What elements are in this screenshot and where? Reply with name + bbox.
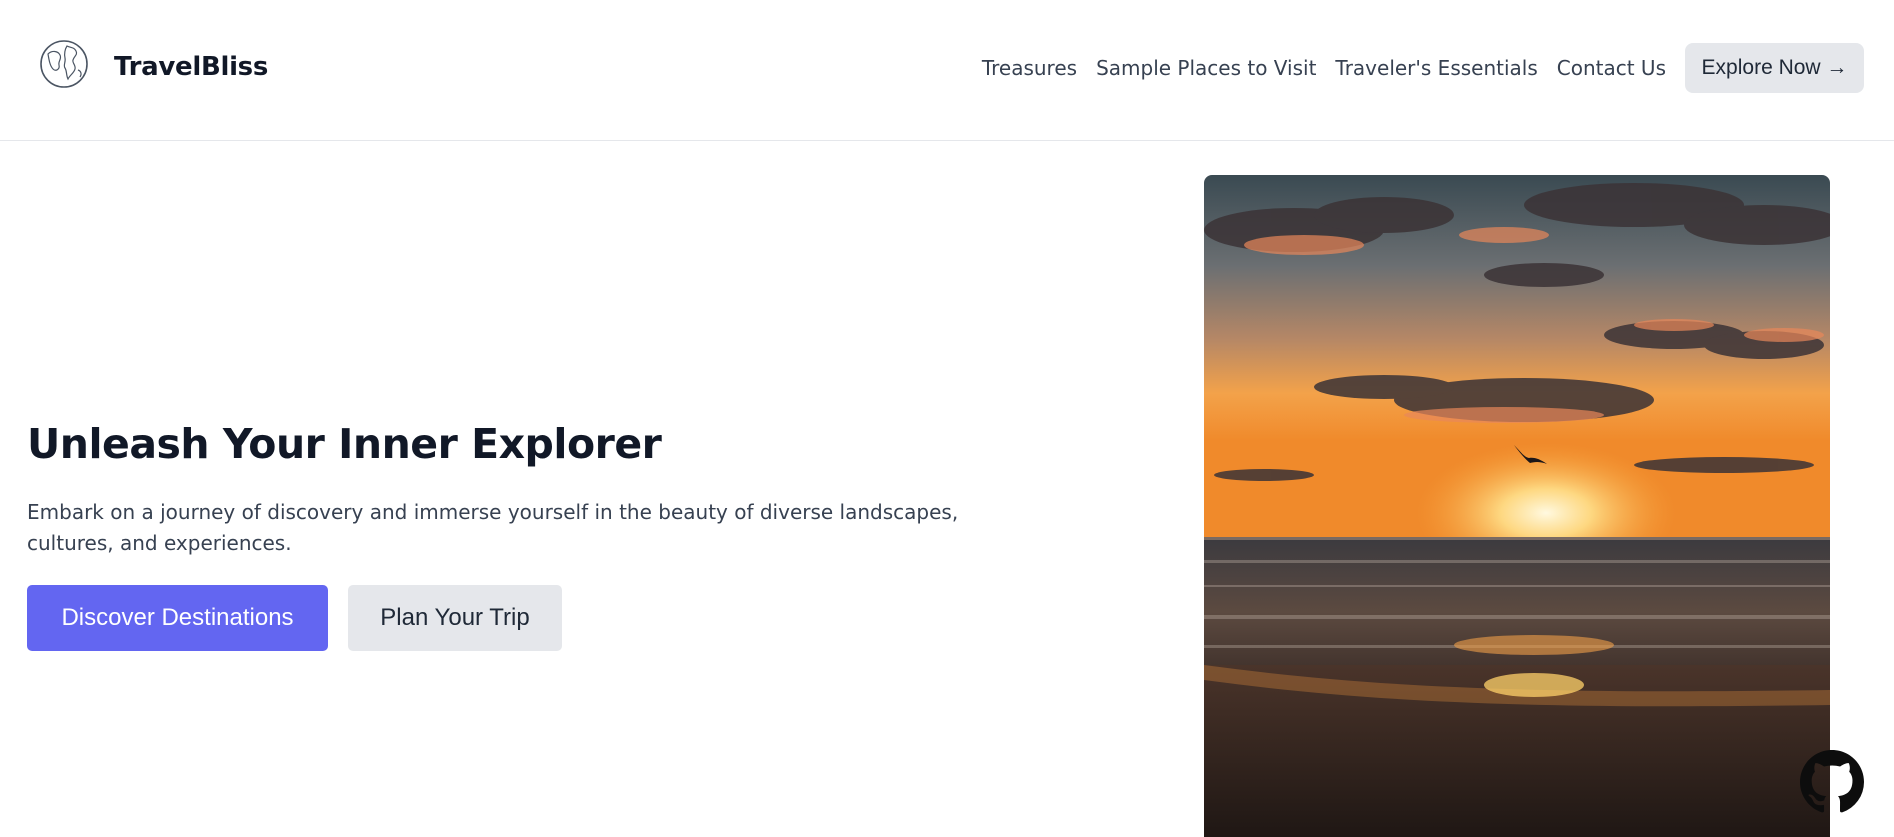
globe-icon[interactable]	[38, 38, 90, 90]
nav-link-contact-us[interactable]: Contact Us	[1557, 56, 1666, 80]
hero-title: Unleash Your Inner Explorer	[27, 420, 662, 468]
brand-name[interactable]: TravelBliss	[114, 52, 268, 82]
nav-link-treasures[interactable]: Treasures	[982, 56, 1077, 80]
plan-your-trip-button[interactable]: Plan Your Trip	[348, 585, 562, 651]
site-header: TravelBliss Treasures Sample Places to V…	[0, 0, 1894, 141]
nav-link-sample-places[interactable]: Sample Places to Visit	[1096, 56, 1316, 80]
explore-now-button[interactable]: Explore Now →	[1685, 43, 1864, 93]
discover-destinations-button[interactable]: Discover Destinations	[27, 585, 328, 651]
hero-image	[1204, 175, 1830, 837]
nav-link-travelers-essentials[interactable]: Traveler's Essentials	[1335, 56, 1537, 80]
github-icon[interactable]	[1800, 750, 1864, 814]
main-nav: Treasures Sample Places to Visit Travele…	[982, 0, 1894, 136]
hero-description: Embark on a journey of discovery and imm…	[27, 500, 959, 555]
